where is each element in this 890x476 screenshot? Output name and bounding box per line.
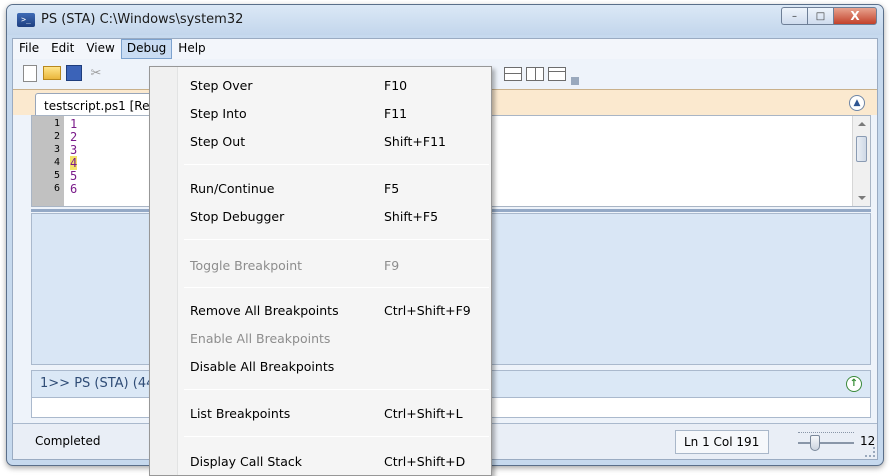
menu-item-label: Step Over — [190, 78, 253, 93]
zoom-ticks — [798, 432, 854, 436]
menu-separator — [184, 287, 489, 288]
menu-item-enable-all-breakpoints: Enable All Breakpoints — [179, 327, 489, 349]
menu-item-shortcut: Ctrl+Shift+F9 — [384, 303, 471, 318]
collapse-script-pane-icon[interactable]: ▲ — [849, 95, 865, 111]
code-line: 5 — [70, 169, 78, 183]
menu-file[interactable]: File — [13, 39, 45, 59]
menu-item-label: Toggle Breakpoint — [190, 258, 303, 273]
line-number: 4 — [53, 157, 60, 168]
toolbar-overflow-icon[interactable] — [571, 77, 579, 85]
menu-separator — [184, 164, 489, 165]
menu-separator — [184, 239, 489, 240]
menu-item-label: List Breakpoints — [190, 406, 291, 421]
show-script-pane-right-icon[interactable] — [526, 67, 544, 81]
menu-separator — [184, 389, 489, 390]
cursor-position: Ln 1 Col 191 — [675, 430, 769, 454]
minimize-button[interactable]: – — [781, 7, 807, 25]
menu-help[interactable]: Help — [172, 39, 211, 59]
menu-item-label: Step Out — [190, 134, 246, 149]
window-title: PS (STA) C:\Windows\system32 — [41, 12, 244, 27]
maximize-button[interactable]: □ — [807, 7, 833, 25]
editor-scrollbar[interactable] — [852, 116, 870, 206]
menu-item-remove-all-breakpoints[interactable]: Remove All Breakpoints Ctrl+Shift+F9 — [179, 299, 489, 321]
title-bar[interactable]: >_ PS (STA) C:\Windows\system32 – □ X — [7, 5, 883, 35]
line-number: 3 — [53, 144, 60, 155]
zoom-slider[interactable] — [798, 442, 854, 444]
code-line-current: 4 — [70, 156, 78, 170]
menu-item-shortcut: F5 — [384, 181, 400, 196]
menu-edit[interactable]: Edit — [45, 39, 80, 59]
menu-bar: File Edit View Debug Help — [13, 39, 877, 59]
line-number: 2 — [53, 131, 60, 142]
code-line: 1 — [70, 117, 78, 131]
menu-item-list-breakpoints[interactable]: List Breakpoints Ctrl+Shift+L — [179, 402, 489, 424]
menu-item-label: Run/Continue — [190, 181, 275, 196]
menu-item-disable-all-breakpoints[interactable]: Disable All Breakpoints — [179, 355, 489, 377]
zoom-slider-thumb[interactable] — [810, 435, 820, 451]
expand-command-pane-icon[interactable]: ↑ — [846, 376, 862, 392]
menu-item-display-call-stack[interactable]: Display Call Stack Ctrl+Shift+D — [179, 450, 489, 472]
line-number-gutter: 1 2 3 4 5 6 — [32, 116, 64, 206]
menu-item-run-continue[interactable]: Run/Continue F5 — [179, 177, 489, 199]
menu-item-label: Disable All Breakpoints — [190, 359, 335, 374]
new-file-icon[interactable] — [21, 64, 39, 82]
show-script-pane-maximized-icon[interactable] — [548, 67, 566, 81]
line-number: 5 — [53, 170, 60, 181]
code-line: 3 — [70, 143, 78, 157]
save-icon[interactable] — [65, 64, 83, 82]
menu-item-label: Stop Debugger — [190, 209, 285, 224]
script-tab[interactable]: testscript.ps1 [Rea — [35, 93, 165, 117]
menu-icon-gutter — [150, 67, 178, 475]
menu-item-step-over[interactable]: Step Over F10 — [179, 74, 489, 96]
console-prompt: 1>> PS (STA) (44 — [40, 376, 155, 391]
menu-item-label: Enable All Breakpoints — [190, 331, 331, 346]
menu-item-shortcut: Shift+F11 — [384, 134, 446, 149]
powershell-icon: >_ — [17, 13, 35, 27]
menu-item-shortcut: F10 — [384, 78, 408, 93]
menu-item-toggle-breakpoint: Toggle Breakpoint F9 — [179, 254, 489, 276]
open-folder-icon[interactable] — [43, 64, 61, 82]
code-line: 6 — [70, 182, 78, 196]
menu-item-shortcut: Ctrl+Shift+D — [384, 454, 466, 469]
menu-debug[interactable]: Debug — [120, 39, 173, 59]
menu-item-shortcut: F11 — [384, 106, 408, 121]
zoom-value: 12 — [860, 434, 876, 448]
menu-item-label: Step Into — [190, 106, 247, 121]
cut-icon[interactable]: ✂ — [87, 64, 105, 82]
debug-menu-dropdown: Step Over F10 Step Into F11 Step Out Shi… — [149, 66, 492, 476]
close-button[interactable]: X — [833, 7, 877, 25]
line-number: 6 — [53, 183, 60, 194]
code-line: 2 — [70, 130, 78, 144]
scroll-up-icon[interactable] — [858, 122, 866, 126]
line-number: 1 — [53, 118, 60, 129]
caption-buttons: – □ X — [781, 7, 877, 25]
menu-item-shortcut: Ctrl+Shift+L — [384, 406, 463, 421]
menu-item-shortcut: F9 — [384, 258, 400, 273]
menu-view[interactable]: View — [80, 39, 120, 59]
menu-item-stop-debugger[interactable]: Stop Debugger Shift+F5 — [179, 205, 489, 227]
menu-item-label: Display Call Stack — [190, 454, 302, 469]
scroll-thumb[interactable] — [856, 136, 867, 162]
menu-separator — [184, 436, 489, 437]
scroll-down-icon[interactable] — [858, 196, 866, 200]
show-script-pane-top-icon[interactable] — [504, 67, 522, 81]
menu-item-step-out[interactable]: Step Out Shift+F11 — [179, 130, 489, 152]
resize-grip-icon[interactable] — [865, 447, 875, 457]
menu-item-shortcut: Shift+F5 — [384, 209, 439, 224]
menu-item-step-into[interactable]: Step Into F11 — [179, 102, 489, 124]
status-text: Completed — [35, 434, 101, 448]
menu-item-label: Remove All Breakpoints — [190, 303, 339, 318]
